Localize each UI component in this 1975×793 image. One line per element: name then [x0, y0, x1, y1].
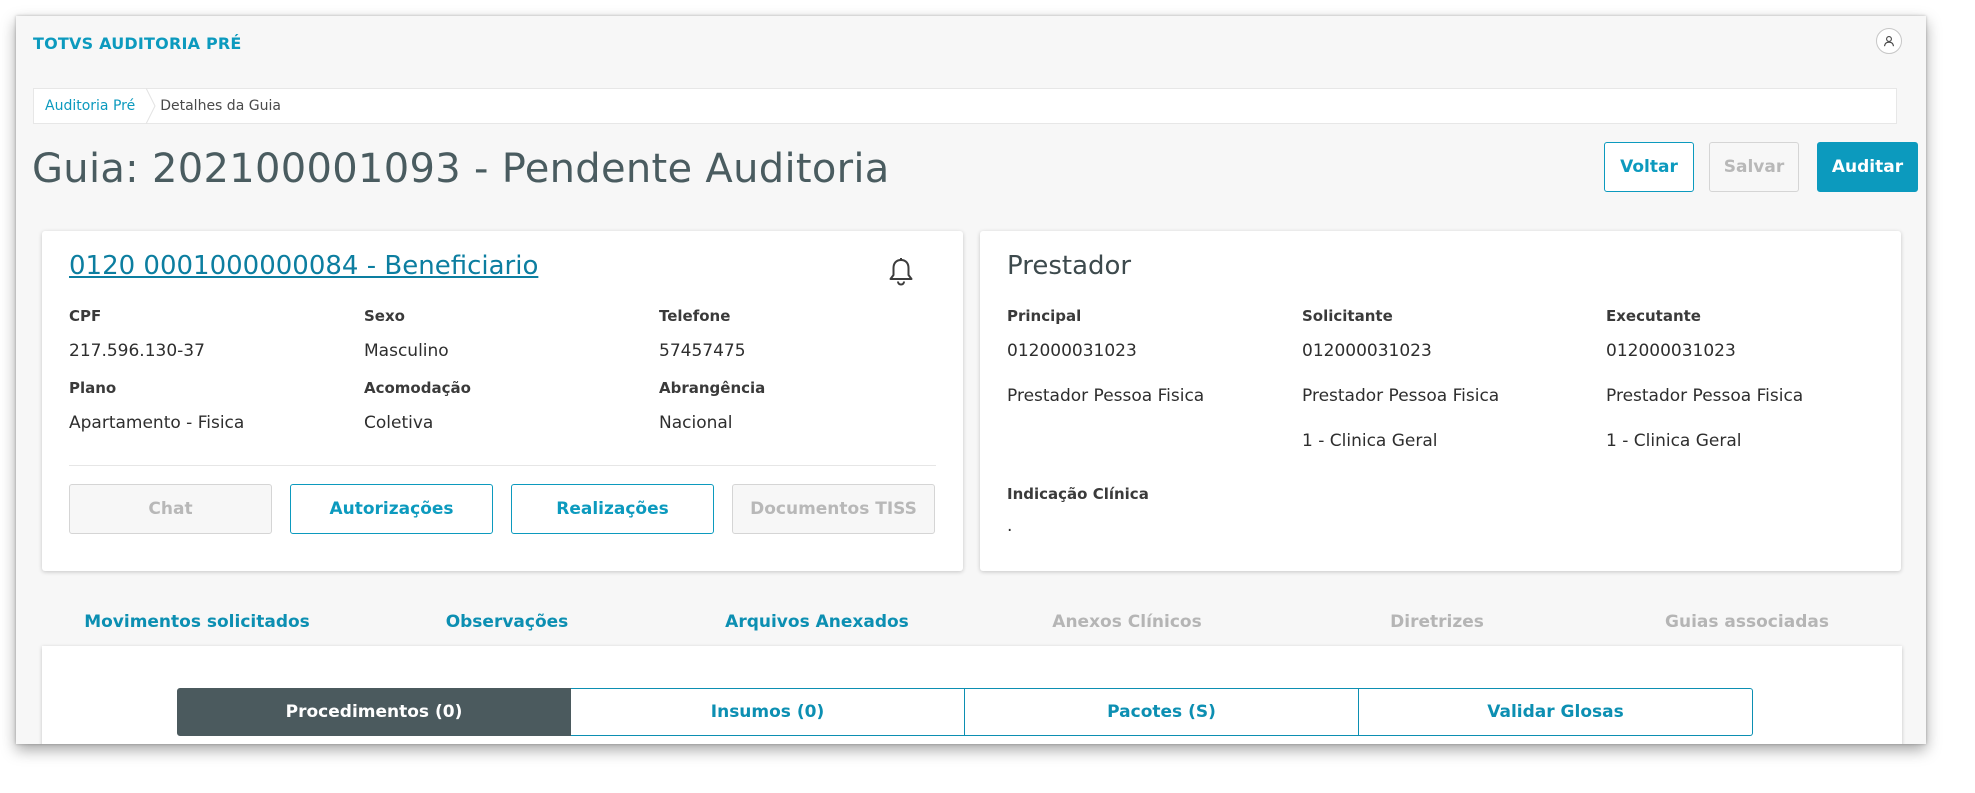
- executante-especialidade: 1 - Clinica Geral: [1606, 431, 1742, 451]
- sexo-value: Masculino: [364, 341, 449, 361]
- executante-code: 012000031023: [1606, 341, 1736, 361]
- breadcrumb-separator-icon: [146, 88, 156, 124]
- salvar-button[interactable]: Salvar: [1709, 142, 1799, 192]
- detail-tabs: Movimentos solicitados Observações Arqui…: [42, 592, 1902, 653]
- acomodacao-label: Acomodação: [364, 379, 471, 397]
- indicacao-clinica-value: .: [1007, 516, 1013, 536]
- cpf-label: CPF: [69, 307, 102, 325]
- principal-label: Principal: [1007, 307, 1082, 325]
- executante-label: Executante: [1606, 307, 1701, 325]
- breadcrumb-current: Detalhes da Guia: [160, 98, 281, 114]
- voltar-button[interactable]: Voltar: [1604, 142, 1694, 192]
- segment-pacotes[interactable]: Pacotes (S): [965, 688, 1359, 736]
- prestador-card: Prestador Principal 012000031023 Prestad…: [980, 231, 1901, 571]
- movimentos-segmented-control: Procedimentos (0) Insumos (0) Pacotes (S…: [177, 688, 1753, 736]
- documentos-tiss-button[interactable]: Documentos TISS: [732, 484, 935, 534]
- telefone-value: 57457475: [659, 341, 746, 361]
- tab-diretrizes[interactable]: Diretrizes: [1282, 592, 1592, 651]
- solicitante-code: 012000031023: [1302, 341, 1432, 361]
- auditar-button[interactable]: Auditar: [1817, 142, 1918, 192]
- telefone-label: Telefone: [659, 307, 731, 325]
- breadcrumb-link-auditoria[interactable]: Auditoria Pré: [34, 89, 146, 123]
- tab-observacoes[interactable]: Observações: [352, 592, 662, 651]
- solicitante-especialidade: 1 - Clinica Geral: [1302, 431, 1438, 451]
- segment-procedimentos[interactable]: Procedimentos (0): [177, 688, 571, 736]
- movimentos-panel: Procedimentos (0) Insumos (0) Pacotes (S…: [42, 646, 1902, 744]
- principal-name: Prestador Pessoa Fisica: [1007, 386, 1205, 406]
- prestador-title: Prestador: [1007, 251, 1132, 281]
- executante-name: Prestador Pessoa Fisica: [1606, 386, 1804, 406]
- solicitante-name: Prestador Pessoa Fisica: [1302, 386, 1500, 406]
- app-title: TOTVS AUDITORIA PRÉ: [33, 34, 242, 53]
- segment-validar-glosas[interactable]: Validar Glosas: [1359, 688, 1753, 736]
- indicacao-clinica-label: Indicação Clínica: [1007, 485, 1149, 503]
- beneficiario-card: 0120 0001000000084 - Beneficiario CPF 21…: [42, 231, 963, 571]
- breadcrumb: Auditoria Pré Detalhes da Guia: [33, 88, 1897, 124]
- sexo-label: Sexo: [364, 307, 405, 325]
- cpf-value: 217.596.130-37: [69, 341, 205, 361]
- card-divider: [69, 465, 936, 466]
- page-title: Guia: 202100001093 - Pendente Auditoria: [32, 146, 890, 192]
- user-profile-button[interactable]: [1876, 28, 1902, 54]
- beneficiario-link[interactable]: 0120 0001000000084 - Beneficiario: [69, 251, 538, 281]
- plano-label: Plano: [69, 379, 117, 397]
- abrangencia-value: Nacional: [659, 413, 733, 433]
- segment-insumos[interactable]: Insumos (0): [571, 688, 965, 736]
- tab-anexos-clinicos[interactable]: Anexos Clínicos: [972, 592, 1282, 651]
- tab-movimentos-solicitados[interactable]: Movimentos solicitados: [42, 592, 352, 653]
- bell-icon[interactable]: [887, 257, 915, 287]
- solicitante-label: Solicitante: [1302, 307, 1393, 325]
- principal-code: 012000031023: [1007, 341, 1137, 361]
- chat-button[interactable]: Chat: [69, 484, 272, 534]
- user-icon: [1883, 36, 1895, 47]
- tab-guias-associadas[interactable]: Guias associadas: [1592, 592, 1902, 651]
- app-window: TOTVS AUDITORIA PRÉ Auditoria Pré Detalh…: [16, 16, 1926, 744]
- tab-arquivos-anexados[interactable]: Arquivos Anexados: [662, 592, 972, 651]
- acomodacao-value: Coletiva: [364, 413, 434, 433]
- plano-value: Apartamento - Fisica: [69, 413, 245, 433]
- autorizacoes-button[interactable]: Autorizações: [290, 484, 493, 534]
- realizacoes-button[interactable]: Realizações: [511, 484, 714, 534]
- abrangencia-label: Abrangência: [659, 379, 766, 397]
